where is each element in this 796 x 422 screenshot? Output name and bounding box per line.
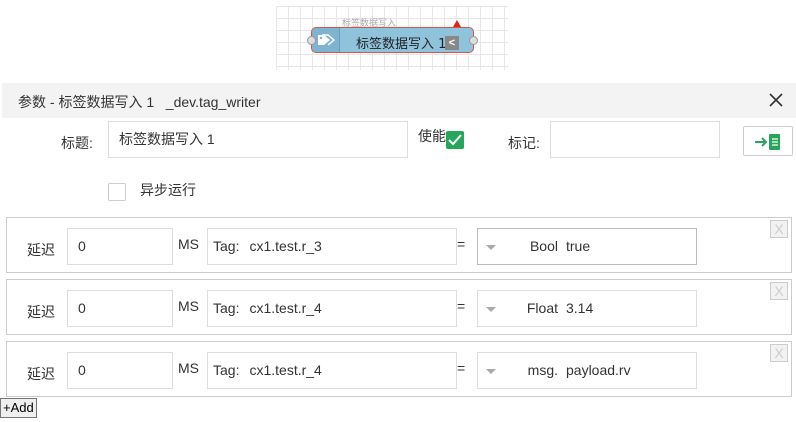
delay-input[interactable]: 0 — [67, 352, 173, 389]
value-input[interactable]: Float 3.14 — [477, 290, 697, 327]
value-text: true — [566, 238, 591, 254]
flow-node[interactable]: 标签数据写入 1 < — [307, 20, 478, 53]
tag-input[interactable]: Tag: cx1.test.r_4 — [207, 352, 457, 389]
value-input[interactable]: msg. payload.rv — [477, 352, 697, 389]
type-dropdown-caret-icon[interactable] — [486, 369, 496, 374]
value-type-label: Bool — [529, 238, 558, 254]
write-row: 延迟 0 MS Tag: cx1.test.r_4 = msg. payload.… — [6, 341, 792, 397]
tag-value: cx1.test.r_4 — [249, 300, 322, 316]
value-type-label: Float — [526, 300, 558, 316]
close-icon — [769, 93, 783, 107]
async-checkbox[interactable] — [108, 183, 126, 201]
node-type-name: _dev.tag_writer — [165, 94, 261, 110]
value-text: payload.rv — [566, 362, 631, 378]
export-button[interactable] — [743, 126, 793, 156]
type-dropdown-caret-icon[interactable] — [486, 245, 496, 250]
write-row: 延迟 0 MS Tag: cx1.test.r_3 = Bool true X — [6, 217, 792, 273]
ms-label: MS — [178, 236, 199, 252]
node-input-port[interactable] — [307, 36, 316, 45]
close-button[interactable] — [766, 90, 786, 110]
delay-label: 延迟 — [27, 304, 55, 320]
remove-row-button[interactable]: X — [770, 344, 788, 362]
equals-label: = — [457, 236, 466, 252]
equals-label: = — [457, 360, 466, 376]
tag-value: cx1.test.r_4 — [249, 362, 322, 378]
checkmark-icon — [448, 134, 462, 146]
equals-label: = — [457, 298, 466, 314]
ms-label: MS — [178, 298, 199, 314]
tag-prefix: Tag: — [213, 238, 240, 254]
value-type-label: msg. — [527, 362, 558, 378]
mark-input[interactable] — [550, 121, 720, 158]
node-output-port[interactable] — [469, 36, 478, 45]
enabled-label: 使能 — [418, 128, 446, 144]
tag-input[interactable]: Tag: cx1.test.r_4 — [207, 290, 457, 327]
remove-row-button[interactable]: X — [770, 220, 788, 238]
enabled-checkbox[interactable] — [446, 131, 464, 149]
node-changed-indicator — [453, 20, 461, 27]
dialog-header: 参数 - 标签数据写入 1 _dev.tag_writer — [2, 83, 796, 118]
delay-label: 延迟 — [27, 242, 55, 258]
title-label: 标题: — [61, 135, 93, 151]
mark-label: 标记: — [508, 135, 540, 151]
tag-value: cx1.test.r_3 — [249, 238, 322, 254]
ms-label: MS — [178, 360, 199, 376]
remove-row-button[interactable]: X — [770, 282, 788, 300]
node-label: 标签数据写入 1 — [356, 37, 447, 52]
title-input[interactable]: 标签数据写入 1 — [108, 121, 408, 158]
value-text: 3.14 — [566, 300, 594, 316]
add-row-button[interactable]: +Add — [0, 398, 37, 418]
delay-input[interactable]: 0 — [67, 290, 173, 327]
delay-label: 延迟 — [27, 366, 55, 382]
node-inject-button[interactable]: < — [445, 36, 459, 50]
async-label: 异步运行 — [140, 182, 196, 198]
dialog-title: 参数 - 标签数据写入 1 _dev.tag_writer — [18, 94, 261, 110]
tags-icon — [312, 28, 340, 52]
write-row: 延迟 0 MS Tag: cx1.test.r_4 = Float 3.14 X — [6, 279, 792, 335]
tag-input[interactable]: Tag: cx1.test.r_3 — [207, 228, 457, 265]
export-icon — [755, 134, 780, 150]
tag-prefix: Tag: — [213, 300, 240, 316]
value-input[interactable]: Bool true — [477, 228, 697, 265]
delay-input[interactable]: 0 — [67, 228, 173, 265]
type-dropdown-caret-icon[interactable] — [486, 307, 496, 312]
tag-prefix: Tag: — [213, 362, 240, 378]
